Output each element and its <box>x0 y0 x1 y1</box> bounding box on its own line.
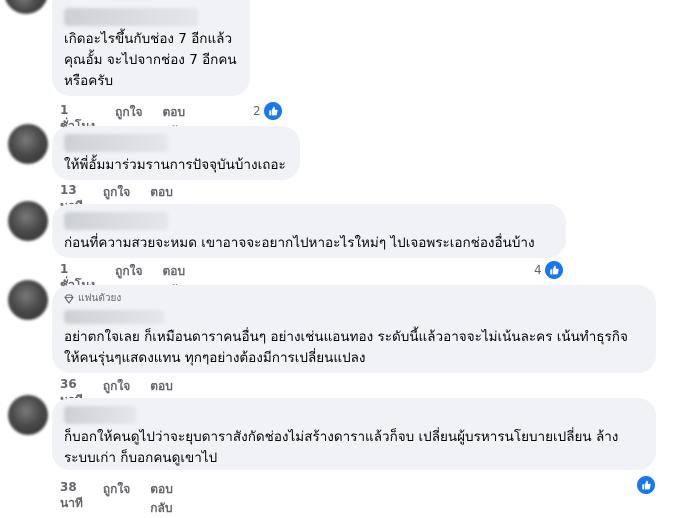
comment-actions: 38 นาที ถูกใจ ตอบกลับ <box>60 480 173 518</box>
reaction-count[interactable]: 2 <box>253 101 283 121</box>
comment-text: ให้พี่อั้มมาร่วมรานการปัจจุบันบ้างเถอะ <box>64 157 286 173</box>
avatar[interactable] <box>8 395 48 435</box>
reaction-number: 4 <box>534 263 542 277</box>
avatar[interactable] <box>8 280 48 320</box>
comment-bubble: เกิดอะไรขึ้นกับช่อง 7 อีกแล้ว คุณอั้ม จะ… <box>52 0 250 96</box>
comment-bubble: ก็บอกให้คนดูไปว่าจะยุบดาราสังกัดช่องไม่ส… <box>52 398 656 470</box>
thumbs-up-icon <box>636 475 656 495</box>
timestamp-link[interactable]: 38 นาที <box>60 480 83 518</box>
like-button[interactable]: ถูกใจ <box>103 480 130 518</box>
thumbs-up-icon <box>262 101 283 121</box>
avatar[interactable] <box>8 201 48 241</box>
reply-button[interactable]: ตอบกลับ <box>150 480 173 518</box>
author-name[interactable] <box>64 134 168 152</box>
author-name[interactable] <box>64 212 168 230</box>
badge-label: แฟนตัวยง <box>78 293 122 304</box>
thumbs-up-icon <box>543 260 564 280</box>
comment-text: อย่าตกใจเลย ก็เหมือนดาราคนอื่นๆ อย่างเช่… <box>64 329 628 366</box>
reaction-count[interactable]: 4 <box>534 260 564 280</box>
avatar[interactable] <box>8 124 48 164</box>
top-fan-badge: แฟนตัวยง <box>64 291 644 306</box>
diamond-icon <box>64 293 74 304</box>
comment-text: ก่อนที่ความสวยจะหมด เขาอาจจะอยากไปหาอะไร… <box>64 235 535 251</box>
comment-bubble: ก่อนที่ความสวยจะหมด เขาอาจจะอยากไปหาอะไร… <box>52 204 566 258</box>
author-name[interactable] <box>64 310 164 324</box>
comment-bubble: แฟนตัวยง อย่าตกใจเลย ก็เหมือนดาราคนอื่นๆ… <box>52 285 656 373</box>
comment-bubble: ให้พี่อั้มมาร่วมรานการปัจจุบันบ้างเถอะ <box>52 126 300 180</box>
comment-text: เกิดอะไรขึ้นกับช่อง 7 อีกแล้ว คุณอั้ม จะ… <box>64 31 237 89</box>
author-name[interactable] <box>64 406 136 424</box>
reaction-count[interactable] <box>636 475 656 495</box>
comment-text: ก็บอกให้คนดูไปว่าจะยุบดาราสังกัดช่องไม่ส… <box>64 429 619 466</box>
reaction-number: 2 <box>253 104 261 118</box>
author-name[interactable] <box>64 8 198 26</box>
avatar[interactable] <box>4 0 48 14</box>
